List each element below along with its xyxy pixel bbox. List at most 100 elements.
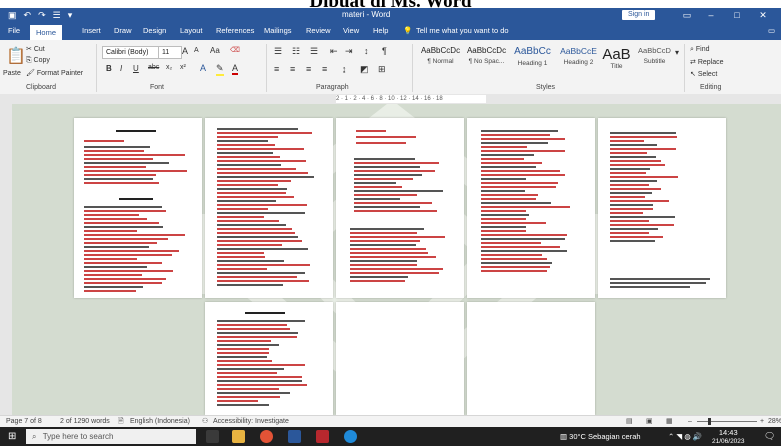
style-heading-1[interactable]: AaBbCc Heading 1	[510, 46, 555, 82]
numbering-icon[interactable]: ☷	[292, 46, 300, 57]
cut-button[interactable]: ✂ Cut	[26, 45, 45, 53]
page-thumbnail-7[interactable]	[336, 302, 464, 415]
align-center-icon[interactable]: ≡	[290, 64, 295, 74]
tab-help[interactable]: Help	[373, 22, 388, 40]
bullets-icon[interactable]: ☰	[274, 46, 282, 57]
zoom-slider[interactable]	[697, 421, 757, 422]
redo-icon[interactable]: ↷	[38, 10, 46, 21]
text-line	[217, 272, 305, 274]
copy-button[interactable]: ⎘ Copy	[26, 57, 50, 65]
chrome-icon[interactable]	[260, 430, 273, 443]
text-line	[84, 174, 156, 176]
decrease-indent-icon[interactable]: ⇤	[330, 46, 338, 57]
weather-icon: ▥	[560, 432, 570, 441]
tab-insert[interactable]: Insert	[82, 22, 101, 40]
page-thumbnail-2[interactable]	[205, 118, 333, 298]
shading-icon[interactable]: ◩	[360, 64, 369, 75]
file-explorer-icon[interactable]	[232, 430, 245, 443]
weather-widget[interactable]: ▥ 30°C Sebagian cerah	[560, 427, 641, 446]
clock[interactable]: 14:43 21/06/2023	[712, 428, 745, 446]
edge-icon[interactable]	[344, 430, 357, 443]
list-icon[interactable]: ☰	[53, 10, 61, 21]
page-thumbnail-8[interactable]	[467, 302, 595, 415]
superscript-button[interactable]: x²	[180, 64, 186, 71]
text-line	[354, 158, 415, 160]
page-thumbnail-1[interactable]	[74, 118, 202, 298]
italic-button[interactable]: I	[120, 64, 122, 73]
font-color-icon[interactable]: A	[232, 63, 239, 75]
ruler-ticks: 2 · 1 · 2 · 4 · 6 · 8 · 10 · 12 · 14 · 1…	[336, 95, 486, 103]
undo-icon[interactable]: ↶	[24, 10, 32, 21]
justify-icon[interactable]: ≡	[322, 64, 327, 74]
shrink-font-button[interactable]: A	[194, 47, 199, 54]
word-taskbar-icon[interactable]	[288, 430, 301, 443]
comments-icon[interactable]: ▭	[768, 22, 775, 40]
align-left-icon[interactable]: ≡	[274, 64, 279, 74]
highlight-icon[interactable]: ✎	[216, 63, 224, 76]
page-thumbnail-3[interactable]	[336, 118, 464, 298]
style-subtitle[interactable]: AaBbCcD Subtitle	[632, 46, 677, 82]
paragraph-group-label: Paragraph	[316, 84, 349, 91]
tab-home[interactable]: Home	[30, 25, 63, 40]
task-view-icon[interactable]	[206, 430, 219, 443]
windows-start-icon[interactable]: ⊞	[8, 427, 16, 446]
powerpoint-taskbar-icon[interactable]	[316, 430, 329, 443]
maximize-icon[interactable]: □	[726, 8, 748, 22]
grow-font-button[interactable]: A	[182, 46, 188, 56]
format-painter-button[interactable]: 🖌 Format Painter	[26, 69, 83, 77]
notifications-icon[interactable]: 🗨	[764, 427, 775, 446]
tab-draw[interactable]: Draw	[114, 22, 132, 40]
multilevel-list-icon[interactable]: ☰	[310, 46, 318, 57]
minimize-icon[interactable]: –	[700, 8, 722, 22]
borders-icon[interactable]: ⊞	[378, 64, 386, 75]
increase-indent-icon[interactable]: ⇥	[345, 46, 353, 57]
text-line	[217, 248, 308, 250]
page-thumbnail-4[interactable]	[467, 118, 595, 298]
underline-button[interactable]: U	[133, 64, 139, 73]
taskbar-search[interactable]: ⌕ Type here to search	[26, 429, 196, 444]
page-thumbnail-5[interactable]	[598, 118, 726, 298]
document-title: materi - Word	[342, 10, 391, 19]
strikethrough-button[interactable]: abc	[148, 64, 159, 71]
paste-button[interactable]: Paste	[3, 70, 21, 77]
style-no-spacing[interactable]: AaBbCcDc ¶ No Spac...	[464, 46, 509, 82]
styles-more-icon[interactable]: ▾	[675, 48, 679, 57]
ribbon-display-icon[interactable]: ▭	[676, 8, 698, 22]
text-effects-icon[interactable]: A	[200, 63, 206, 73]
find-button[interactable]: ⌕ Find	[690, 46, 710, 54]
editing-group-label: Editing	[700, 84, 722, 91]
tab-view[interactable]: View	[343, 22, 359, 40]
tab-layout[interactable]: Layout	[180, 22, 203, 40]
tab-design[interactable]: Design	[143, 22, 166, 40]
change-case-button[interactable]: Aa	[210, 46, 220, 55]
font-name-select[interactable]: Calibri (Body)	[102, 46, 160, 59]
clear-format-icon[interactable]: ⌫	[230, 46, 240, 54]
close-icon[interactable]: ✕	[752, 8, 774, 22]
tab-references[interactable]: References	[216, 22, 254, 40]
bold-button[interactable]: B	[106, 64, 112, 73]
tell-me-box[interactable]: Tell me what you want to do	[416, 22, 509, 40]
tab-review[interactable]: Review	[306, 22, 331, 40]
zoom-slider-thumb[interactable]	[708, 418, 711, 425]
tab-mailings[interactable]: Mailings	[264, 22, 292, 40]
text-line	[217, 244, 282, 246]
line-spacing-icon[interactable]: ↨	[342, 64, 347, 74]
paste-icon[interactable]: 📋	[6, 46, 26, 66]
document-canvas[interactable]	[12, 104, 781, 415]
sort-icon[interactable]: ↕	[364, 46, 369, 56]
align-right-icon[interactable]: ≡	[306, 64, 311, 74]
system-tray-icons[interactable]: ⌃ ◥ ◍ 🔊	[668, 427, 702, 446]
customize-icon[interactable]: ▾	[68, 10, 73, 21]
subscript-button[interactable]: x₂	[166, 64, 172, 71]
style-normal[interactable]: AaBbCcDc ¶ Normal	[418, 46, 463, 82]
show-formatting-icon[interactable]: ¶	[382, 46, 387, 56]
font-size-select[interactable]: 11	[158, 46, 182, 59]
select-button[interactable]: ↖ Select	[690, 70, 717, 78]
sign-in-button[interactable]: Sign in	[622, 10, 656, 20]
tab-file[interactable]: File	[8, 22, 20, 40]
replace-button[interactable]: ⇄ Replace	[690, 58, 724, 66]
save-icon[interactable]: ▣	[8, 10, 17, 21]
page-thumbnail-6[interactable]	[205, 302, 333, 415]
text-line	[217, 324, 287, 326]
styles-group-label: Styles	[536, 84, 556, 91]
